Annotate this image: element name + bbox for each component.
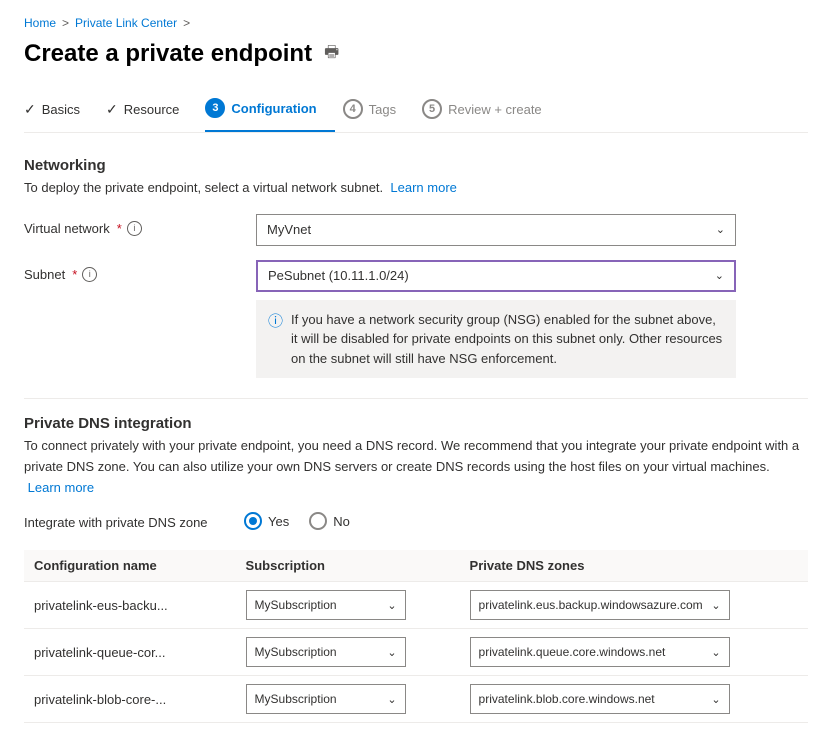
networking-learn-more[interactable]: Learn more <box>390 180 456 195</box>
dns-zone-value: privatelink.queue.core.windows.net <box>479 645 666 659</box>
no-label: No <box>333 514 350 529</box>
dns-table-row: privatelink-blob-core-... MySubscription ⌄… <box>24 676 808 723</box>
virtual-network-info-icon[interactable]: i <box>127 221 142 236</box>
step-num-tags: 4 <box>343 99 363 119</box>
check-icon-resource: ✓ <box>106 101 118 118</box>
networking-desc: To deploy the private endpoint, select a… <box>24 178 808 198</box>
col-header-subscription: Subscription <box>236 550 460 582</box>
page-title: Create a private endpoint <box>24 40 312 68</box>
dns-subscription-cell: MySubscription ⌄ <box>236 629 460 676</box>
networking-title: Networking <box>24 157 808 174</box>
dns-sub-chevron: ⌄ <box>387 646 396 659</box>
private-dns-desc: To connect privately with your private e… <box>24 436 808 498</box>
print-icon[interactable]: 🖶 <box>324 41 339 68</box>
dns-config-name: privatelink-blob-core-... <box>24 676 236 723</box>
check-icon-basics: ✓ <box>24 101 36 118</box>
step-resource-label: Resource <box>124 102 180 117</box>
breadcrumb-private-link[interactable]: Private Link Center <box>75 16 177 30</box>
dns-zone-chevron: ⌄ <box>711 693 720 706</box>
dns-subscription-value: MySubscription <box>255 692 337 706</box>
virtual-network-required: * <box>117 221 122 236</box>
step-tags[interactable]: 4 Tags <box>343 89 414 131</box>
virtual-network-chevron: ⌄ <box>716 223 725 236</box>
dns-subscription-cell: MySubscription ⌄ <box>236 676 460 723</box>
col-header-config-name: Configuration name <box>24 550 236 582</box>
step-num-review: 5 <box>422 99 442 119</box>
dns-subscription-value: MySubscription <box>255 598 337 612</box>
subnet-row: Subnet * i PeSubnet (10.11.1.0/24) ⌄ ⓘ I… <box>24 260 808 379</box>
nsg-info-text: If you have a network security group (NS… <box>291 310 724 369</box>
dns-zone-cell: privatelink.eus.backup.windowsazure.com ⌄ <box>460 582 808 629</box>
subnet-value: PeSubnet (10.11.1.0/24) <box>268 268 409 283</box>
private-dns-title: Private DNS integration <box>24 415 808 432</box>
integrate-dns-options: Yes No <box>244 512 350 530</box>
subnet-info-icon[interactable]: i <box>82 267 97 282</box>
virtual-network-value: MyVnet <box>267 222 311 237</box>
breadcrumb-sep1: > <box>62 16 69 30</box>
dns-zone-chevron: ⌄ <box>711 599 720 612</box>
virtual-network-select[interactable]: MyVnet ⌄ <box>256 214 736 246</box>
dns-zone-value: privatelink.eus.backup.windowsazure.com <box>479 598 703 612</box>
dns-subscription-value: MySubscription <box>255 645 337 659</box>
breadcrumb-home[interactable]: Home <box>24 16 56 30</box>
dns-zone-cell: privatelink.blob.core.windows.net ⌄ <box>460 676 808 723</box>
subnet-label: Subnet * i <box>24 260 244 282</box>
dns-zone-chevron: ⌄ <box>711 646 720 659</box>
step-review-label: Review + create <box>448 102 542 117</box>
dns-config-name: privatelink-queue-cor... <box>24 629 236 676</box>
nsg-info-box: ⓘ If you have a network security group (… <box>256 300 736 379</box>
subnet-chevron: ⌄ <box>715 269 724 282</box>
networking-section: Networking To deploy the private endpoin… <box>24 157 808 378</box>
integrate-dns-no[interactable]: No <box>309 512 350 530</box>
subnet-select[interactable]: PeSubnet (10.11.1.0/24) ⌄ <box>256 260 736 292</box>
virtual-network-control: MyVnet ⌄ <box>256 214 808 246</box>
dns-sub-chevron: ⌄ <box>387 693 396 706</box>
step-resource[interactable]: ✓ Resource <box>106 91 197 130</box>
integrate-dns-label: Integrate with private DNS zone <box>24 513 244 530</box>
dns-zone-select[interactable]: privatelink.eus.backup.windowsazure.com ⌄ <box>470 590 730 620</box>
dns-subscription-select[interactable]: MySubscription ⌄ <box>246 684 406 714</box>
dns-table-row: privatelink-queue-cor...MySubscription⌄p… <box>24 629 808 676</box>
step-review[interactable]: 5 Review + create <box>422 89 560 131</box>
page-title-row: Create a private endpoint 🖶 <box>24 40 808 68</box>
subnet-control: PeSubnet (10.11.1.0/24) ⌄ ⓘ If you have … <box>256 260 808 379</box>
dns-sub-chevron: ⌄ <box>387 599 396 612</box>
dns-subscription-select[interactable]: MySubscription ⌄ <box>246 590 406 620</box>
step-num-configuration: 3 <box>205 98 225 118</box>
dns-table-header-row: Configuration name Subscription Private … <box>24 550 808 582</box>
breadcrumb-sep2: > <box>183 16 190 30</box>
integrate-dns-row: Integrate with private DNS zone Yes No <box>24 512 808 530</box>
step-tags-label: Tags <box>369 102 396 117</box>
dns-zone-value: privatelink.blob.core.windows.net <box>479 692 655 706</box>
yes-label: Yes <box>268 514 289 529</box>
step-basics-label: Basics <box>42 102 80 117</box>
step-configuration-label: Configuration <box>231 101 316 116</box>
dns-table: Configuration name Subscription Private … <box>24 550 808 723</box>
integrate-dns-yes[interactable]: Yes <box>244 512 289 530</box>
private-dns-section: Private DNS integration To connect priva… <box>24 415 808 723</box>
radio-yes-outer <box>244 512 262 530</box>
breadcrumb: Home > Private Link Center > <box>24 16 808 30</box>
dns-subscription-select[interactable]: MySubscription ⌄ <box>246 637 406 667</box>
virtual-network-label: Virtual network * i <box>24 214 244 236</box>
radio-yes-inner <box>249 517 257 525</box>
wizard-steps: ✓ Basics ✓ Resource 3 Configuration 4 Ta… <box>24 88 808 133</box>
nsg-info-icon: ⓘ <box>268 311 283 369</box>
section-divider <box>24 398 808 399</box>
dns-table-row: privatelink-eus-backu...MySubscription⌄p… <box>24 582 808 629</box>
dns-zone-select[interactable]: privatelink.blob.core.windows.net ⌄ <box>470 684 730 714</box>
dns-zone-select[interactable]: privatelink.queue.core.windows.net ⌄ <box>470 637 730 667</box>
col-header-dns-zones: Private DNS zones <box>460 550 808 582</box>
virtual-network-row: Virtual network * i MyVnet ⌄ <box>24 214 808 246</box>
dns-config-name: privatelink-eus-backu... <box>24 582 236 629</box>
dns-subscription-cell: MySubscription ⌄ <box>236 582 460 629</box>
step-configuration[interactable]: 3 Configuration <box>205 88 334 132</box>
dns-zone-cell: privatelink.queue.core.windows.net ⌄ <box>460 629 808 676</box>
radio-no-outer <box>309 512 327 530</box>
subnet-required: * <box>72 267 77 282</box>
private-dns-learn-more[interactable]: Learn more <box>28 480 94 495</box>
step-basics[interactable]: ✓ Basics <box>24 91 98 130</box>
